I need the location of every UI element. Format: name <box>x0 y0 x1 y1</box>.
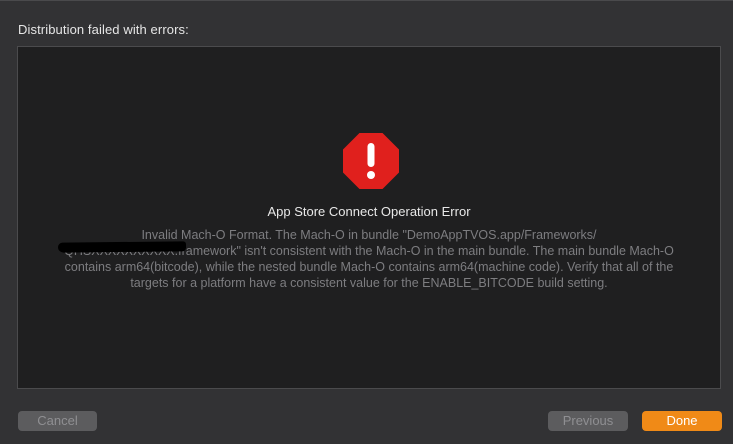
alert-octagon-icon <box>343 133 399 189</box>
error-panel: App Store Connect Operation Error Invali… <box>17 46 721 389</box>
distribution-dialog: Distribution failed with errors: App Sto… <box>0 0 733 444</box>
cancel-button[interactable]: Cancel <box>18 411 97 431</box>
previous-button[interactable]: Previous <box>548 411 628 431</box>
done-button[interactable]: Done <box>642 411 722 431</box>
error-title: App Store Connect Operation Error <box>267 204 471 219</box>
dialog-heading: Distribution failed with errors: <box>18 22 189 37</box>
redaction-mark <box>57 241 187 253</box>
error-message: Invalid Mach-O Format. The Mach-O in bun… <box>64 228 674 290</box>
